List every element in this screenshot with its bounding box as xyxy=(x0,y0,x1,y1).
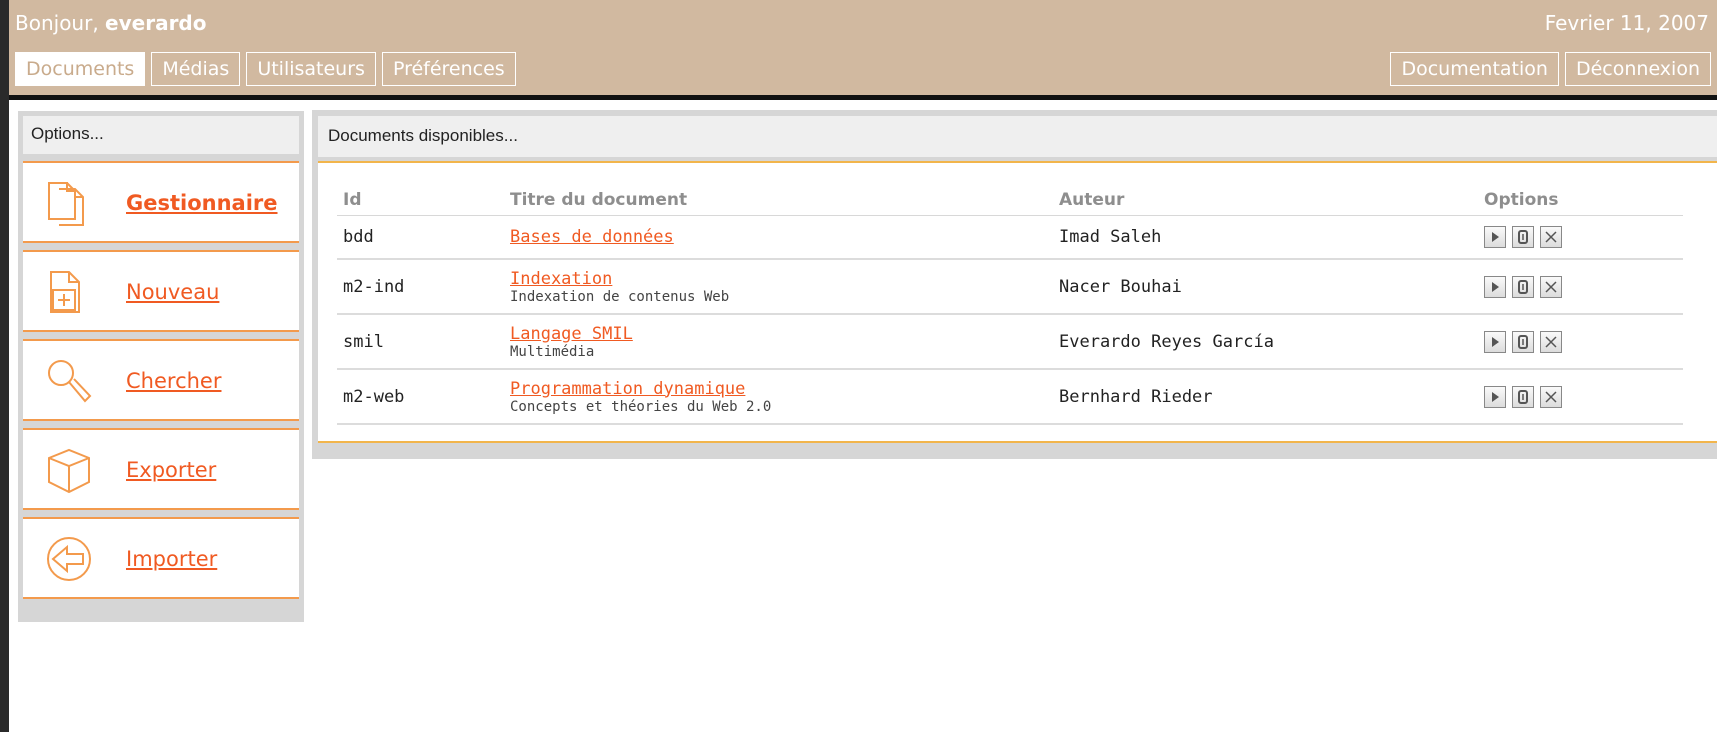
column-header-title: Titre du document xyxy=(504,185,1053,216)
cell-options xyxy=(1478,215,1683,260)
delete-button[interactable] xyxy=(1540,226,1562,248)
cell-author: Nacer Bouhai xyxy=(1053,259,1478,315)
delete-icon xyxy=(1545,231,1557,243)
cell-title: Indexation Indexation de contenus Web xyxy=(504,259,1053,315)
sidebar-link-chercher[interactable]: Chercher xyxy=(126,369,221,393)
edit-icon xyxy=(1518,389,1528,404)
cell-author: Imad Saleh xyxy=(1053,215,1478,260)
cell-title: Langage SMIL Multimédia xyxy=(504,314,1053,370)
play-button[interactable] xyxy=(1484,275,1506,298)
play-icon xyxy=(1492,336,1499,347)
delete-icon xyxy=(1545,335,1557,348)
tab-utilisateurs[interactable]: Utilisateurs xyxy=(246,52,376,86)
column-header-author: Auteur xyxy=(1053,185,1478,216)
header-bar: Bonjour, everardo Fevrier 11, 2007 Docum… xyxy=(9,0,1717,100)
cell-id: bdd xyxy=(337,215,504,260)
documents-table: Id Titre du document Auteur Options bdd … xyxy=(337,185,1683,425)
sidebar-link-importer[interactable]: Importer xyxy=(126,547,217,571)
greeting-prefix: Bonjour, xyxy=(15,11,99,35)
cell-id: m2-ind xyxy=(337,259,504,315)
play-icon xyxy=(1492,391,1499,402)
documents-panel: Documents disponibles... Id Titre du doc… xyxy=(312,110,1717,459)
sidebar-heading: Options... xyxy=(23,116,299,154)
play-icon xyxy=(1492,281,1499,292)
documents-heading: Documents disponibles... xyxy=(318,116,1717,157)
document-title-link[interactable]: Bases de données xyxy=(510,227,1047,247)
delete-button[interactable] xyxy=(1540,275,1562,298)
edit-button[interactable] xyxy=(1512,226,1534,248)
cell-author: Everardo Reyes García xyxy=(1053,314,1478,370)
column-header-id: Id xyxy=(337,185,504,216)
sidebar-item-gestionnaire[interactable]: Gestionnaire xyxy=(23,161,299,243)
cell-title: Programmation dynamique Concepts et théo… xyxy=(504,369,1053,425)
delete-icon xyxy=(1545,390,1557,403)
app-frame: Bonjour, everardo Fevrier 11, 2007 Docum… xyxy=(9,0,1717,732)
import-arrow-icon xyxy=(47,537,91,581)
current-date: Fevrier 11, 2007 xyxy=(1544,11,1709,35)
edit-button[interactable] xyxy=(1512,330,1534,353)
sidebar-item-exporter[interactable]: Exporter xyxy=(23,428,299,510)
edit-icon xyxy=(1518,334,1528,349)
cell-options xyxy=(1478,259,1683,315)
table-row: m2-web Programmation dynamique Concepts … xyxy=(337,369,1683,425)
table-row: bdd Bases de données Imad Saleh xyxy=(337,215,1683,260)
sidebar-link-exporter[interactable]: Exporter xyxy=(126,458,216,482)
delete-button[interactable] xyxy=(1540,385,1562,408)
greeting: Bonjour, everardo xyxy=(15,11,207,35)
play-button[interactable] xyxy=(1484,330,1506,353)
cell-title: Bases de données xyxy=(504,215,1053,260)
sidebar-item-chercher[interactable]: Chercher xyxy=(23,339,299,421)
logout-button[interactable]: Déconnexion xyxy=(1564,52,1711,86)
table-row: m2-ind Indexation Indexation de contenus… xyxy=(337,259,1683,315)
document-subtitle: Concepts et théories du Web 2.0 xyxy=(510,398,772,415)
play-button[interactable] xyxy=(1484,226,1506,248)
table-header-row: Id Titre du document Auteur Options xyxy=(337,185,1683,216)
documents-icon xyxy=(48,182,84,226)
cell-options xyxy=(1478,369,1683,425)
main-nav-tabs: Documents Médias Utilisateurs Préférence… xyxy=(15,52,516,86)
cell-id: smil xyxy=(337,314,504,370)
delete-icon xyxy=(1545,280,1557,293)
play-icon xyxy=(1492,232,1499,242)
cell-author: Bernhard Rieder xyxy=(1053,369,1478,425)
box-icon xyxy=(48,448,90,494)
sidebar-link-gestionnaire[interactable]: Gestionnaire xyxy=(126,191,278,215)
document-subtitle: Indexation de contenus Web xyxy=(510,288,730,305)
tab-documents[interactable]: Documents xyxy=(15,52,146,86)
document-title-link[interactable]: Programmation dynamique xyxy=(510,379,1047,399)
sidebar-link-nouveau[interactable]: Nouveau xyxy=(126,280,219,304)
cell-id: m2-web xyxy=(337,369,504,425)
delete-button[interactable] xyxy=(1540,330,1562,353)
column-header-options: Options xyxy=(1478,185,1683,216)
documents-body: Id Titre du document Auteur Options bdd … xyxy=(318,161,1717,443)
tab-medias[interactable]: Médias xyxy=(151,52,241,86)
table-row: smil Langage SMIL Multimédia Everardo Re… xyxy=(337,314,1683,370)
sidebar-item-importer[interactable]: Importer xyxy=(23,517,299,599)
sidebar: Options... Gestionnaire Nouveau Chercher… xyxy=(18,111,304,622)
edit-icon xyxy=(1518,230,1528,244)
document-subtitle: Multimédia xyxy=(510,343,595,360)
username: everardo xyxy=(105,11,207,35)
document-title-link[interactable]: Indexation xyxy=(510,269,1047,289)
magnifier-icon xyxy=(48,360,92,403)
tab-preferences[interactable]: Préférences xyxy=(381,52,516,86)
tab-documentation[interactable]: Documentation xyxy=(1390,52,1559,86)
document-title-link[interactable]: Langage SMIL xyxy=(510,324,1047,344)
sidebar-item-nouveau[interactable]: Nouveau xyxy=(23,250,299,332)
new-document-icon xyxy=(50,271,80,313)
secondary-nav-tabs: Documentation Déconnexion xyxy=(1390,52,1711,86)
edit-button[interactable] xyxy=(1512,385,1534,408)
cell-options xyxy=(1478,314,1683,370)
edit-button[interactable] xyxy=(1512,275,1534,298)
play-button[interactable] xyxy=(1484,385,1506,408)
edit-icon xyxy=(1518,279,1528,294)
